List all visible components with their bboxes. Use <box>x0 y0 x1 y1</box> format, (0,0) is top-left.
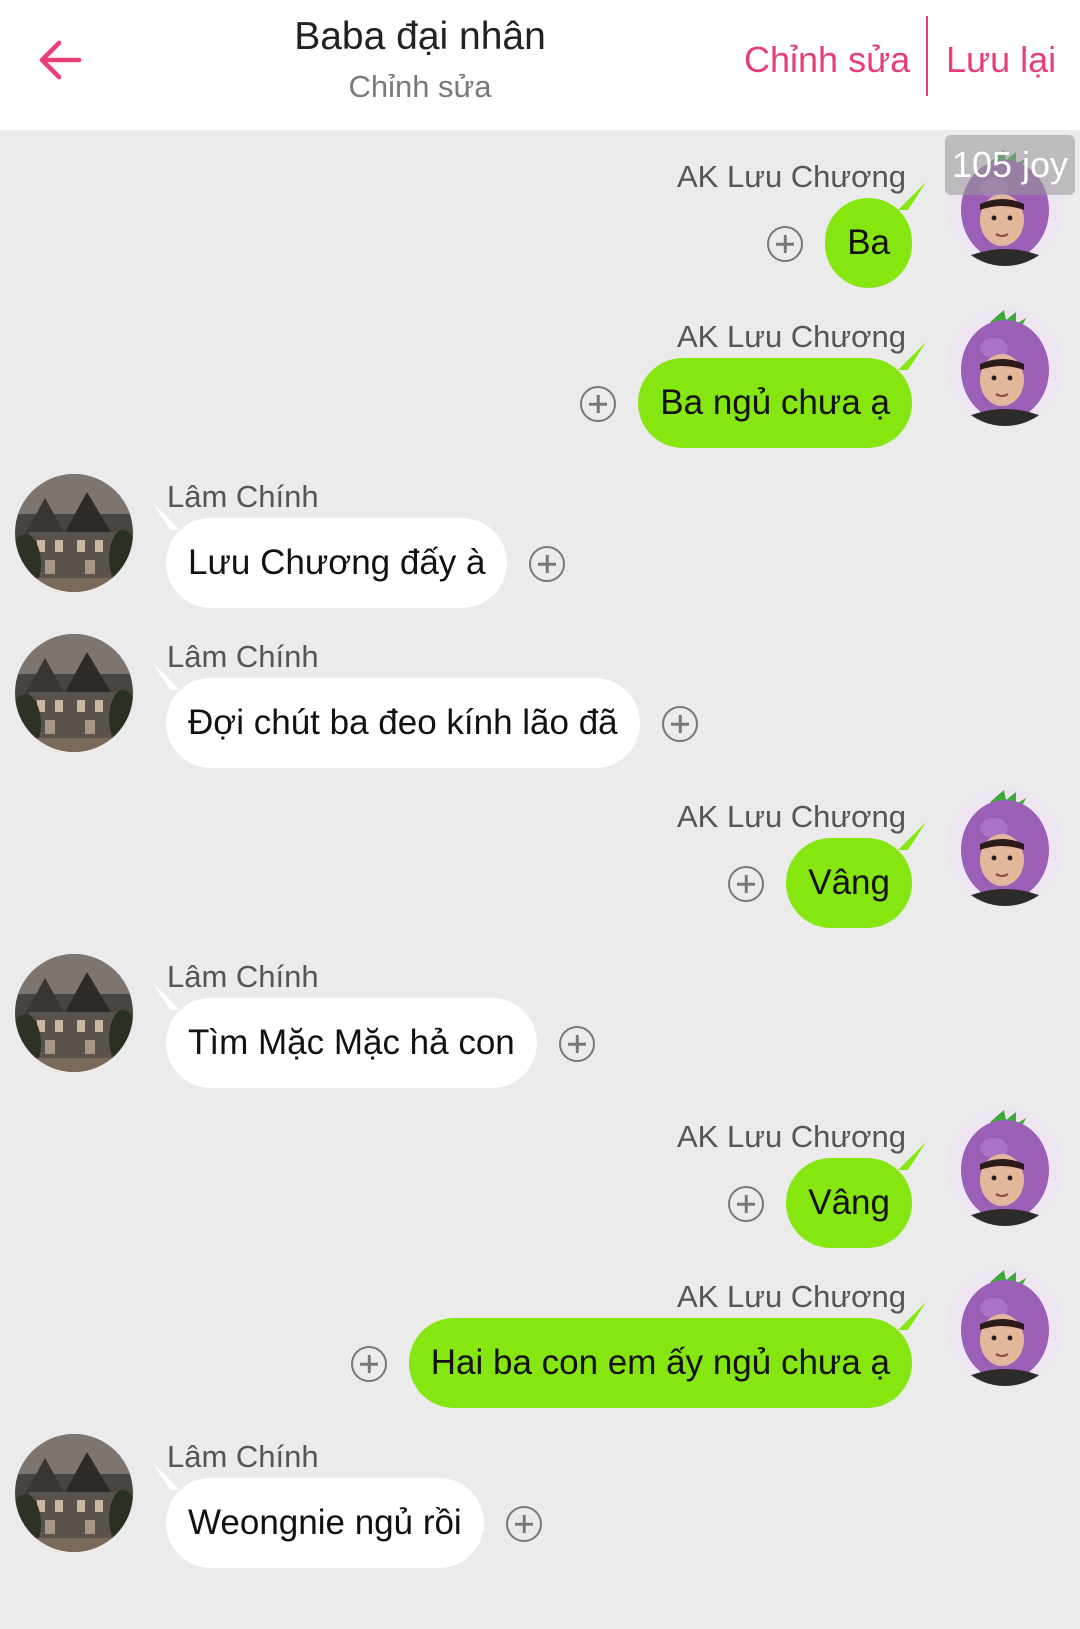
sender-avatar[interactable] <box>946 1108 1064 1226</box>
add-reaction-icon[interactable] <box>662 706 698 742</box>
contact-avatar[interactable] <box>15 1434 133 1552</box>
outgoing-message: AK Lưu Chương Ba ngủ chưa ạ <box>0 296 1080 456</box>
contact-avatar[interactable] <box>15 474 133 592</box>
message-bubble[interactable]: Vâng <box>786 838 912 928</box>
sender-name: Lâm Chính <box>167 1439 319 1474</box>
message-bubble[interactable]: Tìm Mặc Mặc hả con <box>166 998 537 1088</box>
message-bubble[interactable]: Ba <box>825 198 912 288</box>
sender-avatar[interactable] <box>946 1268 1064 1386</box>
add-reaction-icon[interactable] <box>529 546 565 582</box>
add-reaction-icon[interactable] <box>351 1346 387 1382</box>
sender-name: Lâm Chính <box>167 959 319 994</box>
bubble-tail <box>898 342 926 370</box>
contact-avatar[interactable] <box>15 634 133 752</box>
incoming-message: Lâm Chính Tìm Mặc Mặc hả con <box>0 936 1080 1096</box>
bubble-tail <box>898 822 926 850</box>
bubble-tail <box>152 662 180 690</box>
sender-avatar[interactable] <box>946 308 1064 426</box>
header-divider <box>926 16 928 96</box>
sender-name: Lâm Chính <box>167 639 319 674</box>
save-button[interactable]: Lưu lại <box>946 30 1056 90</box>
chat-header: Baba đại nhân Chỉnh sửa Chỉnh sửa Lưu lạ… <box>0 0 1080 130</box>
outgoing-message: AK Lưu Chương Vâng <box>0 776 1080 936</box>
add-reaction-icon[interactable] <box>767 226 803 262</box>
message-bubble[interactable]: Lưu Chương đấy à <box>166 518 508 608</box>
message-bubble[interactable]: Ba ngủ chưa ạ <box>638 358 912 448</box>
sender-name: AK Lưu Chương <box>676 319 906 354</box>
message-bubble[interactable]: Vâng <box>786 1158 912 1248</box>
edit-button[interactable]: Chỉnh sửa <box>744 30 910 90</box>
arrow-left-icon <box>39 40 82 80</box>
incoming-message: Lâm Chính Lưu Chương đấy à <box>0 456 1080 616</box>
message-bubble[interactable]: Đợi chút ba đeo kính lão đã <box>166 678 640 768</box>
add-reaction-icon[interactable] <box>506 1506 542 1542</box>
message-bubble[interactable]: Hai ba con em ấy ngủ chưa ạ <box>408 1318 912 1408</box>
sender-name: Lâm Chính <box>167 479 319 514</box>
incoming-message: Lâm Chính Đợi chút ba đeo kính lão đã <box>0 616 1080 776</box>
bubble-tail <box>898 1302 926 1330</box>
add-reaction-icon[interactable] <box>580 386 616 422</box>
sender-name: AK Lưu Chương <box>676 799 906 834</box>
bubble-tail <box>152 1462 180 1490</box>
joy-badge: 105 joy <box>945 135 1075 195</box>
outgoing-message: AK Lưu Chương Vâng <box>0 1096 1080 1256</box>
back-button[interactable] <box>30 30 90 90</box>
chat-subtitle: Chỉnh sửa <box>348 69 492 104</box>
add-reaction-icon[interactable] <box>728 1186 764 1222</box>
title-group: Baba đại nhân Chỉnh sửa <box>220 12 620 108</box>
bubble-tail <box>152 502 180 530</box>
outgoing-message: AK Lưu Chương Hai ba con em ấy ngủ chưa ạ <box>0 1256 1080 1416</box>
chat-title: Baba đại nhân <box>294 15 546 58</box>
add-reaction-icon[interactable] <box>728 866 764 902</box>
bubble-tail <box>898 182 926 210</box>
contact-avatar[interactable] <box>15 954 133 1072</box>
message-bubble[interactable]: Weongnie ngủ rồi <box>166 1478 484 1568</box>
sender-name: AK Lưu Chương <box>676 1279 906 1314</box>
sender-name: AK Lưu Chương <box>676 159 906 194</box>
bubble-tail <box>898 1142 926 1170</box>
outgoing-message: AK Lưu Chương Ba <box>0 136 1080 296</box>
incoming-message: Lâm Chính Weongnie ngủ rồi <box>0 1416 1080 1576</box>
sender-name: AK Lưu Chương <box>676 1119 906 1154</box>
sender-avatar[interactable] <box>946 788 1064 906</box>
add-reaction-icon[interactable] <box>559 1026 595 1062</box>
bubble-tail <box>152 982 180 1010</box>
